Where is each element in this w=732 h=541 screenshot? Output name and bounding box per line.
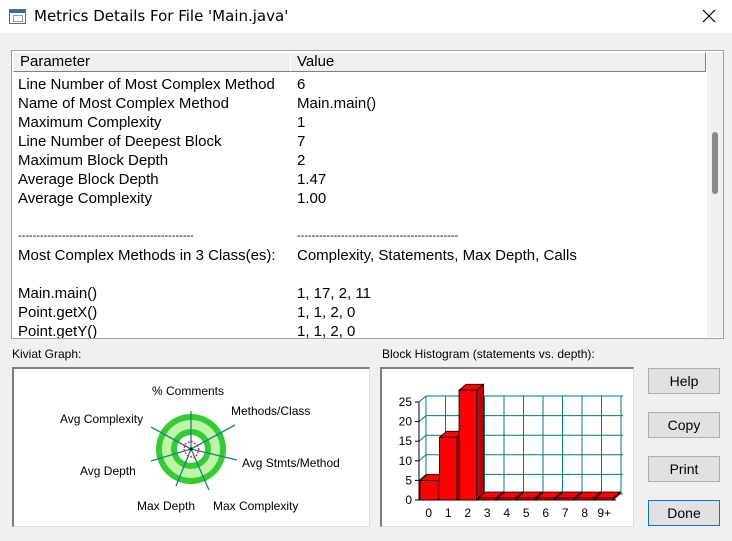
x-tick-label: 1 bbox=[445, 506, 452, 520]
y-tick-label: 15 bbox=[399, 434, 413, 448]
table-row[interactable]: Most Complex Methods in 3 Class(es): Comp… bbox=[18, 246, 708, 265]
kiviat-panel: % Comments Methods/Class Avg Stmts/Metho… bbox=[12, 367, 370, 527]
x-tick-label: 5 bbox=[523, 506, 530, 520]
vertical-scrollbar[interactable] bbox=[707, 52, 723, 337]
table-row[interactable]: Main.main() 1, 17, 2, 11 bbox=[18, 284, 708, 303]
column-header-parameter[interactable]: Parameter bbox=[13, 52, 291, 72]
value-cell: ----------------------------------------… bbox=[297, 230, 459, 242]
histogram-label: Block Histogram (statements vs. depth): bbox=[382, 347, 595, 361]
kiviat-label: Kiviat Graph: bbox=[12, 347, 82, 361]
x-tick-label: 6 bbox=[542, 506, 549, 520]
kiviat-axis-label: Avg Complexity bbox=[60, 412, 143, 426]
histogram-panel: 0 5 10 15 20 25 0 1 2 3 4 5 6 7 8 9+ bbox=[380, 367, 634, 527]
table-rows: Line Number of Most Complex Method 6 Name… bbox=[18, 75, 708, 339]
value-cell: Main.main() bbox=[297, 95, 377, 112]
kiviat-axis-label: % Comments bbox=[152, 384, 224, 398]
value-cell: 1.47 bbox=[297, 171, 327, 188]
close-icon bbox=[702, 9, 716, 23]
parameter-cell: Maximum Complexity bbox=[18, 114, 162, 131]
table-row[interactable] bbox=[18, 208, 708, 227]
window-title: Metrics Details For File 'Main.java' bbox=[34, 7, 289, 25]
table-row[interactable]: Line Number of Most Complex Method 6 bbox=[18, 75, 708, 94]
parameter-cell: Line Number of Most Complex Method bbox=[18, 76, 275, 93]
copy-button[interactable]: Copy bbox=[648, 412, 720, 438]
column-header-value[interactable]: Value bbox=[290, 52, 706, 72]
kiviat-axis-label: Max Complexity bbox=[213, 499, 298, 513]
parameter-cell: ----------------------------------------… bbox=[18, 230, 194, 242]
table-row[interactable]: Line Number of Deepest Block 7 bbox=[18, 132, 708, 151]
value-cell: 7 bbox=[297, 133, 306, 150]
parameter-cell: Point.getY() bbox=[18, 323, 98, 339]
parameter-cell: Main.main() bbox=[18, 285, 98, 302]
value-cell: 1, 1, 2, 0 bbox=[297, 323, 356, 339]
histogram-bar bbox=[457, 383, 485, 501]
kiviat-graph: % Comments Methods/Class Avg Stmts/Metho… bbox=[60, 384, 340, 513]
y-tick-label: 10 bbox=[399, 454, 413, 468]
x-tick-label: 3 bbox=[484, 506, 491, 520]
x-tick-label: 8 bbox=[581, 506, 588, 520]
value-cell: 6 bbox=[297, 76, 306, 93]
table-row[interactable]: Maximum Complexity 1 bbox=[18, 113, 708, 132]
scrollbar-thumb[interactable] bbox=[712, 132, 718, 194]
y-tick-label: 25 bbox=[399, 395, 413, 409]
parameter-cell: Point.getX() bbox=[18, 304, 98, 321]
value-cell: 1, 1, 2, 0 bbox=[297, 304, 356, 321]
value-cell: 2 bbox=[297, 152, 306, 169]
x-tick-label: 4 bbox=[503, 506, 510, 520]
value-cell: Complexity, Statements, Max Depth, Calls bbox=[297, 247, 577, 264]
block-histogram: 0510152025 0 1 2 3 4 5 6 7 8 9+ bbox=[399, 383, 623, 520]
x-tick-label: 9+ bbox=[597, 506, 611, 520]
metrics-table[interactable]: Parameter Value Line Number of Most Comp… bbox=[11, 50, 724, 339]
kiviat-axis-label: Avg Stmts/Method bbox=[242, 456, 340, 470]
table-row[interactable]: Name of Most Complex Method Main.main() bbox=[18, 94, 708, 113]
parameter-cell: Most Complex Methods in 3 Class(es): bbox=[18, 247, 276, 264]
value-cell: 1.00 bbox=[297, 190, 327, 207]
kiviat-axis-label: Methods/Class bbox=[231, 404, 310, 418]
parameter-cell: Line Number of Deepest Block bbox=[18, 133, 222, 150]
parameter-cell: Average Complexity bbox=[18, 190, 152, 207]
y-tick-label: 20 bbox=[399, 415, 413, 429]
table-row[interactable]: Maximum Block Depth 2 bbox=[18, 151, 708, 170]
help-button[interactable]: Help bbox=[648, 368, 720, 394]
x-tick-label: 2 bbox=[464, 506, 471, 520]
print-button[interactable]: Print bbox=[648, 456, 720, 482]
y-tick-label: 0 bbox=[405, 493, 412, 507]
parameter-cell: Average Block Depth bbox=[18, 171, 159, 188]
parameter-cell: Name of Most Complex Method bbox=[18, 95, 229, 112]
table-row[interactable]: Average Complexity 1.00 bbox=[18, 189, 708, 208]
title-bar: Metrics Details For File 'Main.java' bbox=[0, 0, 732, 33]
table-row[interactable] bbox=[18, 265, 708, 284]
x-tick-label: 7 bbox=[562, 506, 569, 520]
close-button[interactable] bbox=[686, 0, 732, 33]
table-row[interactable]: Point.getX() 1, 1, 2, 0 bbox=[18, 303, 708, 322]
done-button[interactable]: Done bbox=[648, 500, 720, 526]
x-tick-label: 0 bbox=[425, 506, 432, 520]
kiviat-axis-label: Avg Depth bbox=[80, 464, 136, 478]
table-row[interactable]: Average Block Depth 1.47 bbox=[18, 170, 708, 189]
kiviat-axis-label: Max Depth bbox=[137, 499, 195, 513]
parameter-cell: Maximum Block Depth bbox=[18, 152, 169, 169]
value-cell: 1, 17, 2, 11 bbox=[297, 285, 371, 302]
y-tick-label: 5 bbox=[405, 473, 412, 487]
value-cell: 1 bbox=[297, 114, 306, 131]
table-header: Parameter Value bbox=[13, 52, 706, 72]
separator-row[interactable]: ----------------------------------------… bbox=[18, 227, 708, 246]
window-icon bbox=[9, 9, 26, 24]
table-row[interactable]: Point.getY() 1, 1, 2, 0 bbox=[18, 322, 708, 339]
